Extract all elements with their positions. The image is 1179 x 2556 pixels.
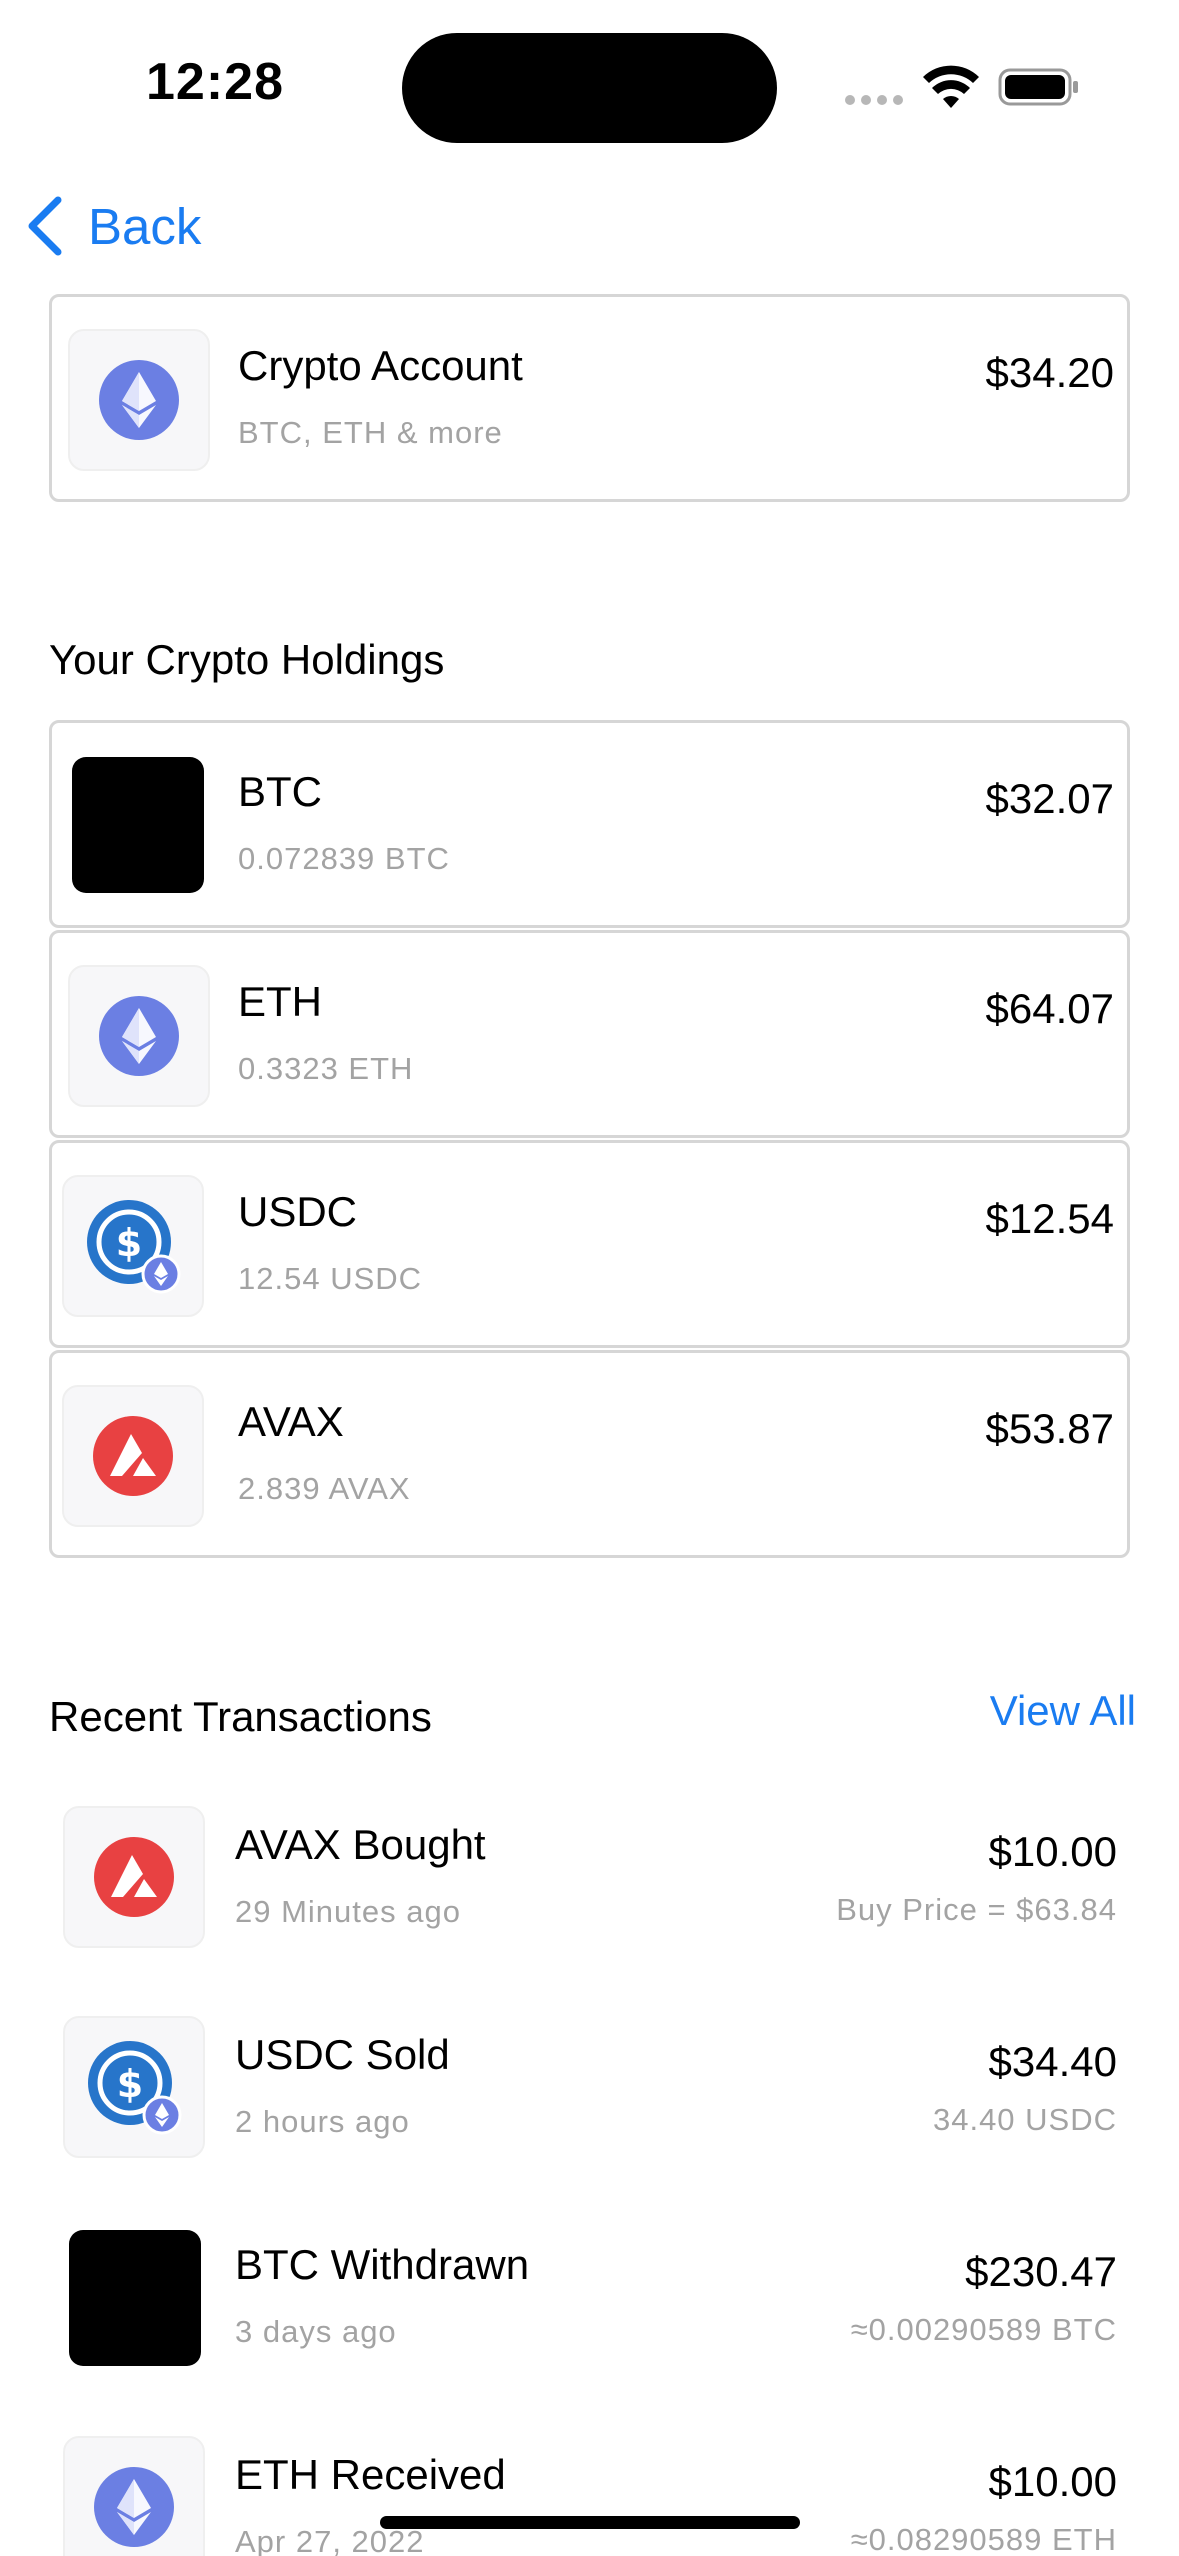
transaction-time: 29 Minutes ago [235, 1894, 461, 1929]
btc-icon [72, 757, 204, 893]
holding-name: AVAX [238, 1398, 344, 1445]
transaction-amount: $230.47 [965, 2248, 1117, 2295]
transaction-row-usdc[interactable]: $ USDC Sold 2 hours ago $34.40 34.40 USD… [49, 2016, 1130, 2224]
crypto-account-card[interactable]: Crypto Account BTC, ETH & more $34.20 [49, 294, 1130, 502]
transaction-detail: Buy Price = $63.84 [836, 1892, 1117, 1927]
transactions-title: Recent Transactions [49, 1693, 432, 1740]
status-time: 12:28 [146, 53, 284, 111]
svg-text:$: $ [117, 2062, 143, 2106]
holding-row-usdc[interactable]: $ USDC 12.54 USDC $12.54 [49, 1140, 1130, 1348]
holding-name: BTC [238, 768, 322, 815]
holding-amount: $64.07 [985, 985, 1114, 1032]
svg-text:$: $ [116, 1221, 142, 1265]
eth-icon [68, 329, 210, 471]
transaction-amount: $10.00 [988, 2458, 1117, 2505]
battery-icon [998, 68, 1078, 106]
eth-icon [63, 2436, 205, 2556]
holding-quantity: 0.072839 BTC [238, 841, 450, 876]
eth-icon [68, 965, 210, 1107]
holding-name: ETH [238, 978, 322, 1025]
holding-quantity: 2.839 AVAX [238, 1471, 411, 1506]
holding-quantity: 12.54 USDC [238, 1261, 423, 1296]
holdings-title: Your Crypto Holdings [49, 636, 445, 683]
account-amount: $34.20 [985, 349, 1114, 396]
transaction-name: BTC Withdrawn [235, 2241, 530, 2288]
transaction-name: ETH Received [235, 2451, 506, 2498]
usdc-icon: $ [63, 2016, 205, 2158]
dynamic-island [402, 33, 777, 143]
account-name: Crypto Account [238, 342, 523, 389]
transaction-name: USDC Sold [235, 2031, 450, 2078]
back-button[interactable]: Back [24, 196, 201, 256]
crypto-account-screen: 12:28 Back Crypto Account BTC, ETH & mor… [0, 0, 1179, 2556]
holding-amount: $12.54 [985, 1195, 1114, 1242]
holding-row-btc[interactable]: BTC 0.072839 BTC $32.07 [49, 720, 1130, 928]
transaction-row-eth[interactable]: ETH Received Apr 27, 2022 $10.00 ≈0.0829… [49, 2436, 1130, 2556]
btc-icon [69, 2230, 201, 2366]
cellular-signal-icon [845, 95, 903, 105]
transaction-detail: ≈0.08290589 ETH [850, 2522, 1117, 2556]
holding-row-avax[interactable]: AVAX 2.839 AVAX $53.87 [49, 1350, 1130, 1558]
account-subtitle: BTC, ETH & more [238, 415, 503, 450]
transaction-amount: $34.40 [988, 2038, 1117, 2085]
holding-quantity: 0.3323 ETH [238, 1051, 414, 1086]
back-label: Back [88, 197, 202, 255]
wifi-icon [923, 65, 979, 108]
holding-amount: $53.87 [985, 1405, 1114, 1452]
transaction-row-btc[interactable]: BTC Withdrawn 3 days ago $230.47 ≈0.0029… [49, 2226, 1130, 2434]
holding-name: USDC [238, 1188, 358, 1235]
transaction-detail: ≈0.00290589 BTC [850, 2312, 1117, 2347]
holding-amount: $32.07 [985, 775, 1114, 822]
chevron-left-icon [28, 196, 62, 256]
view-all-link[interactable]: View All [990, 1687, 1136, 1735]
transaction-amount: $10.00 [988, 1828, 1117, 1875]
transaction-row-avax[interactable]: AVAX Bought 29 Minutes ago $10.00 Buy Pr… [49, 1806, 1130, 2014]
transaction-detail: 34.40 USDC [932, 2102, 1117, 2137]
avax-icon [63, 1806, 205, 1948]
holding-row-eth[interactable]: ETH 0.3323 ETH $64.07 [49, 930, 1130, 1138]
transaction-name: AVAX Bought [235, 1821, 486, 1868]
home-indicator[interactable] [380, 2516, 800, 2529]
avax-icon [62, 1385, 204, 1527]
usdc-icon: $ [62, 1175, 204, 1317]
transaction-time: 3 days ago [235, 2314, 397, 2349]
transaction-time: 2 hours ago [235, 2104, 410, 2139]
